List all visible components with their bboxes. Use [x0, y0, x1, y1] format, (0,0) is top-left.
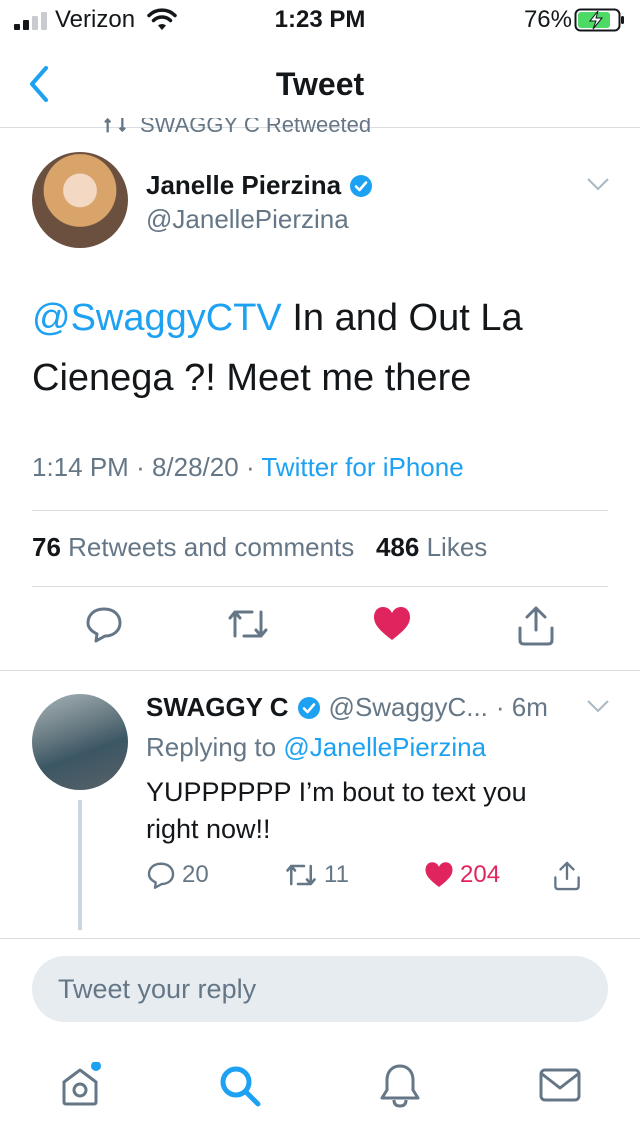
chevron-down-icon: [587, 178, 609, 191]
tab-messages[interactable]: [538, 1062, 582, 1115]
heart-filled-icon: [425, 862, 453, 887]
retweet-button[interactable]: [226, 604, 270, 649]
retweeted-label: SWAGGY C Retweeted: [140, 118, 372, 137]
reply-share-button[interactable]: [552, 860, 582, 892]
page-title: Tweet: [275, 66, 365, 102]
home-icon: [62, 1061, 101, 1106]
notifications-icon: [380, 1064, 420, 1108]
author-avatar[interactable]: [32, 152, 128, 248]
divider: [0, 670, 640, 671]
reply-input[interactable]: Tweet your reply: [32, 956, 608, 1022]
reply-options-button[interactable]: [586, 698, 610, 719]
reply-action-bar: 20 11 204: [146, 860, 606, 896]
retweet-icon: [228, 610, 268, 638]
reply-header[interactable]: SWAGGY C @SwaggyC... · 6m: [146, 692, 548, 723]
tab-notifications[interactable]: [378, 1062, 422, 1115]
author-name: Janelle Pierzina: [146, 170, 342, 200]
reply-text: YUPPPPPP I’m bout to text you right now!…: [146, 777, 527, 844]
retweets-label: Retweets and comments: [68, 532, 355, 562]
reply-bubble-icon: [86, 607, 122, 643]
verified-badge-icon: [297, 696, 320, 719]
reply-retweet-button[interactable]: 11: [284, 860, 349, 890]
reply-time: · 6m: [495, 692, 548, 722]
reply-bubble-icon: [147, 862, 175, 889]
retweet-icon: [104, 118, 126, 133]
heart-filled-icon: [374, 607, 410, 640]
reply-button[interactable]: [84, 604, 124, 649]
divider: [32, 586, 608, 587]
reply-author-avatar[interactable]: [32, 694, 128, 790]
tweet-stats: 76 Retweets and comments 486 Likes: [32, 532, 487, 563]
tweet-options-button[interactable]: [586, 176, 610, 197]
likes-count: 486: [375, 532, 420, 562]
divider: [32, 510, 608, 511]
likes-stat[interactable]: 486 Likes: [376, 532, 487, 562]
replying-to-handle[interactable]: @JanellePierzina: [283, 732, 486, 762]
likes-label: Likes: [426, 532, 488, 562]
status-bar: Verizon 1:23 PM 76%: [0, 0, 640, 40]
like-count: 204: [460, 861, 501, 888]
share-button[interactable]: [516, 604, 556, 653]
share-icon: [554, 861, 580, 891]
reply-reply-button[interactable]: 20: [146, 860, 209, 890]
tweet-meta: 1:14 PM · 8/28/20 · Twitter for iPhone: [32, 452, 464, 482]
tab-search[interactable]: [216, 1062, 264, 1115]
battery-percent: 76%: [523, 6, 572, 33]
tab-home[interactable]: [58, 1061, 106, 1115]
tweet-source-link[interactable]: Twitter for iPhone: [261, 452, 463, 482]
reply-author-handle: @SwaggyC...: [328, 692, 488, 722]
reply-author-name: SWAGGY C: [146, 692, 289, 722]
reply-like-button[interactable]: 204: [424, 860, 500, 890]
tweet-action-bar: [0, 604, 640, 656]
divider: [0, 938, 640, 939]
share-icon: [518, 606, 554, 646]
mention-link[interactable]: @SwaggyCTV: [32, 297, 282, 339]
retweet-count: 11: [324, 861, 349, 888]
battery-charging-icon: [574, 8, 626, 37]
verified-badge-icon: [350, 174, 373, 197]
replying-to-label: Replying to: [146, 732, 277, 762]
chevron-down-icon: [587, 700, 609, 713]
messages-icon: [539, 1068, 581, 1102]
retweets-count: 76: [32, 532, 61, 562]
like-button[interactable]: [372, 604, 412, 649]
author-name-row[interactable]: Janelle Pierzina: [146, 170, 373, 201]
tweet-time: 1:14 PM: [32, 452, 129, 482]
reply-count: 20: [182, 861, 209, 888]
retweets-stat[interactable]: 76 Retweets and comments: [32, 532, 354, 562]
thread-line: [78, 800, 82, 930]
tweet-date: 8/28/20: [151, 452, 239, 482]
author-handle[interactable]: @JanellePierzina: [146, 204, 349, 235]
retweet-icon: [286, 864, 316, 886]
retweeted-banner: SWAGGY C Retweeted: [104, 118, 371, 140]
replying-to: Replying to @JanellePierzina: [146, 732, 486, 763]
search-icon: [220, 1066, 261, 1107]
tweet-text: @SwaggyCTV In and Out La Cienega ?! Meet…: [32, 288, 612, 408]
nav-bar: Tweet: [0, 40, 640, 128]
tab-bar: [0, 1050, 640, 1136]
